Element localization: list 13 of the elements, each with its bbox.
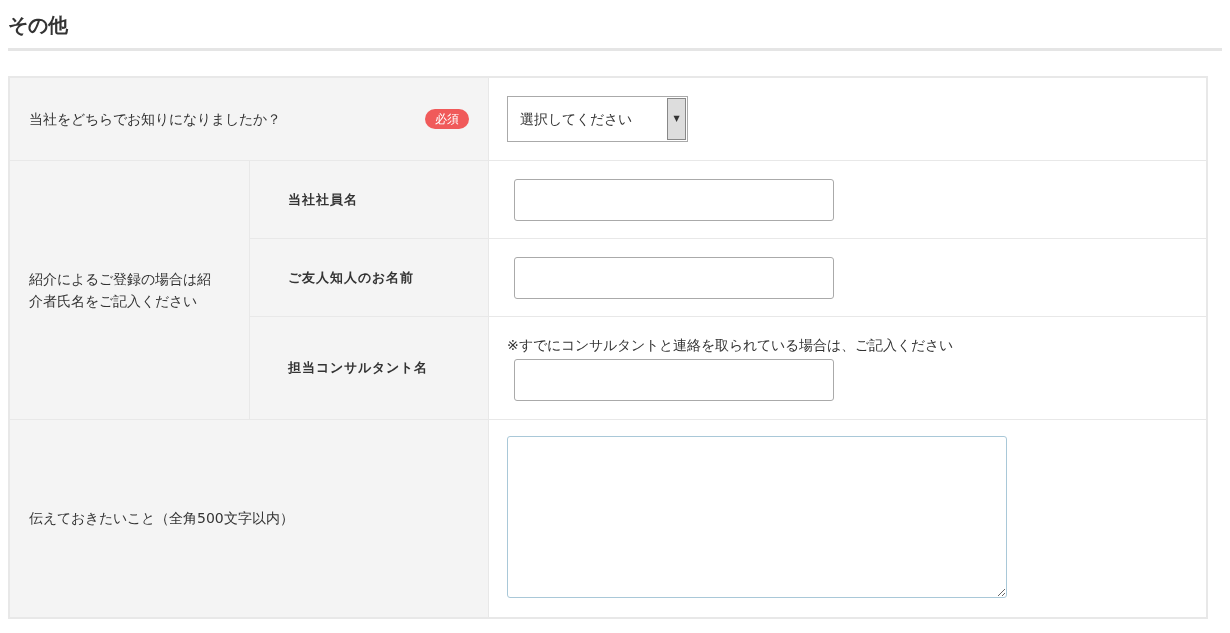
select-dropdown[interactable]: 選択してください ▼ xyxy=(507,96,688,142)
field-label: 当社をどちらでお知りになりましたか？ xyxy=(29,109,281,129)
text-input[interactable] xyxy=(514,178,834,221)
section-title: その他 xyxy=(8,12,68,39)
field-note: ※すでにコンサルタントと連絡を取られている場合は、ご記入ください xyxy=(507,336,953,355)
field-label: ご友人知人のお名前 xyxy=(288,268,414,287)
field-label: 担当コンサルタント名 xyxy=(288,359,428,378)
field-label: 伝えておきたいこと（全角500文字以内） xyxy=(29,509,294,528)
text-input[interactable] xyxy=(514,256,834,299)
required-badge: 必須 xyxy=(425,109,469,129)
text-input[interactable] xyxy=(514,359,834,401)
field-label: 紹介によるご登録の場合は紹介者氏名をご記入ください xyxy=(29,270,212,311)
field-label: 当社社員名 xyxy=(288,190,358,209)
